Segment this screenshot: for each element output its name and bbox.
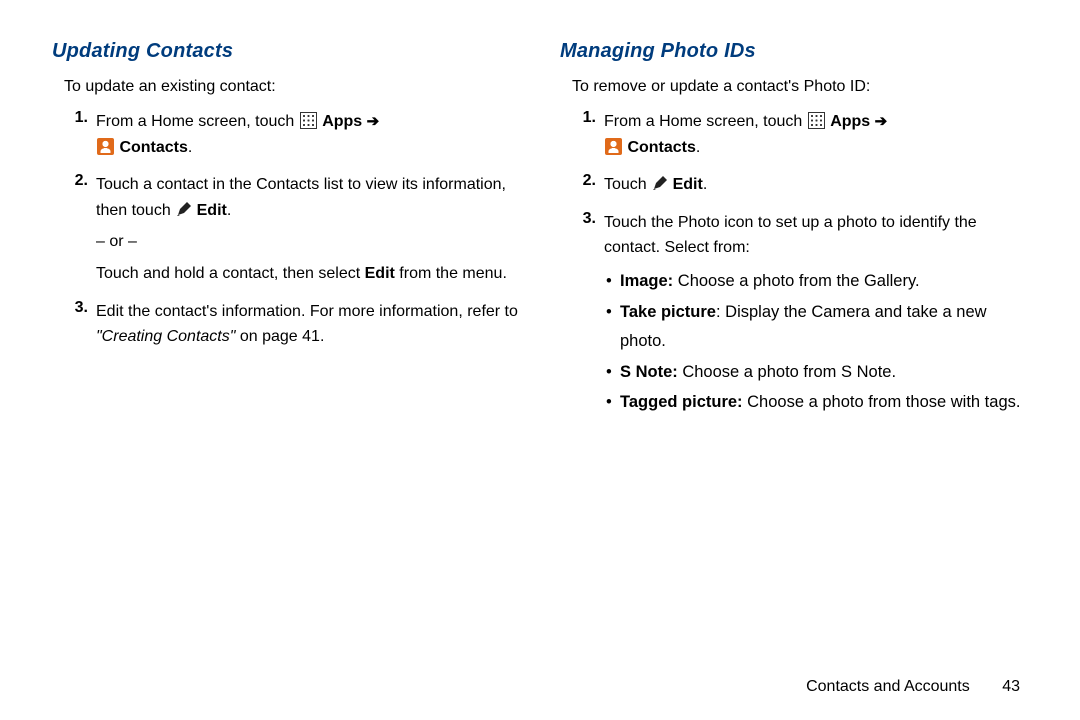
text: From a Home screen, touch	[96, 113, 299, 130]
text: from the menu.	[395, 265, 507, 282]
option-name: S Note:	[620, 363, 678, 381]
text: .	[703, 176, 707, 193]
text: Touch a contact in the Contacts list to …	[96, 176, 506, 219]
list-item: S Note: Choose a photo from S Note.	[604, 358, 1028, 387]
or-divider: – or –	[96, 229, 520, 255]
apps-icon	[300, 112, 317, 129]
step-2: 2. Touch a contact in the Contacts list …	[64, 172, 520, 292]
list-item: Tagged picture: Choose a photo from thos…	[604, 388, 1028, 417]
arrow-icon: ➔	[875, 113, 888, 130]
apps-label: Apps	[322, 113, 362, 130]
step-number: 3.	[64, 299, 96, 356]
text: Edit the contact's information. For more…	[96, 303, 518, 320]
edit-label: Edit	[365, 265, 395, 282]
page-footer: Contacts and Accounts 43	[806, 678, 1020, 696]
edit-label: Edit	[197, 202, 227, 219]
text: Touch	[604, 176, 651, 193]
step-1: 1. From a Home screen, touch Apps ➔ Cont…	[572, 109, 1028, 166]
edit-icon	[175, 201, 192, 218]
option-name: Image:	[620, 272, 673, 290]
step-number: 1.	[572, 109, 604, 166]
list-item: Take picture: Display the Camera and tak…	[604, 298, 1028, 356]
edit-label: Edit	[673, 176, 703, 193]
option-text: Choose a photo from those with tags.	[743, 393, 1021, 411]
step-number: 2.	[64, 172, 96, 292]
left-column: Updating Contacts To update an existing …	[52, 40, 520, 425]
text: .	[188, 139, 192, 156]
heading-updating-contacts: Updating Contacts	[52, 40, 520, 63]
cross-reference: "Creating Contacts"	[96, 328, 235, 345]
contacts-icon	[605, 138, 622, 155]
step-number: 1.	[64, 109, 96, 166]
option-name: Take picture	[620, 303, 716, 321]
option-name: Tagged picture:	[620, 393, 743, 411]
contacts-icon	[97, 138, 114, 155]
intro-text: To update an existing contact:	[64, 75, 520, 99]
arrow-icon: ➔	[367, 113, 380, 130]
apps-icon	[808, 112, 825, 129]
contacts-label: Contacts	[627, 139, 695, 156]
step-number: 2.	[572, 172, 604, 204]
step-number: 3.	[572, 210, 604, 420]
list-item: Image: Choose a photo from the Gallery.	[604, 267, 1028, 296]
page-number: 43	[1002, 678, 1020, 695]
apps-label: Apps	[830, 113, 870, 130]
step-3: 3. Touch the Photo icon to set up a phot…	[572, 210, 1028, 420]
step-1: 1. From a Home screen, touch Apps ➔ Cont…	[64, 109, 520, 166]
text: .	[227, 202, 231, 219]
text: .	[696, 139, 700, 156]
text: From a Home screen, touch	[604, 113, 807, 130]
heading-managing-photo-ids: Managing Photo IDs	[560, 40, 1028, 63]
intro-text: To remove or update a contact's Photo ID…	[572, 75, 1028, 99]
section-name: Contacts and Accounts	[806, 678, 970, 695]
text: Touch and hold a contact, then select	[96, 265, 365, 282]
step-2: 2. Touch Edit.	[572, 172, 1028, 204]
text: Touch the Photo icon to set up a photo t…	[604, 210, 1028, 261]
option-text: Choose a photo from the Gallery.	[673, 272, 919, 290]
right-column: Managing Photo IDs To remove or update a…	[560, 40, 1028, 425]
contacts-label: Contacts	[119, 139, 187, 156]
text: on page 41.	[235, 328, 324, 345]
option-text: Choose a photo from S Note.	[678, 363, 896, 381]
edit-icon	[651, 175, 668, 192]
step-3: 3. Edit the contact's information. For m…	[64, 299, 520, 356]
